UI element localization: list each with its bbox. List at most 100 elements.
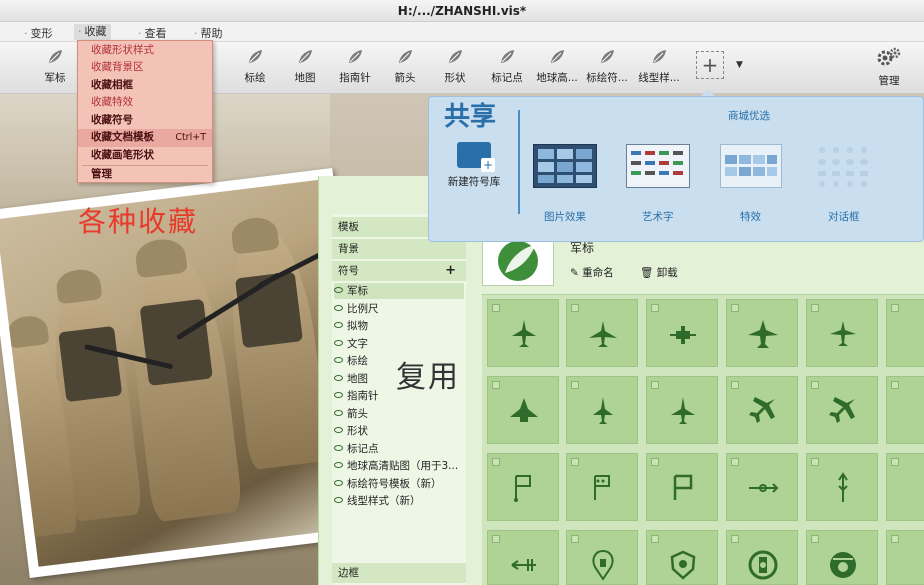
- share-thumb-dialogs[interactable]: [814, 144, 872, 188]
- toolbar-tool-5[interactable]: 形状: [428, 46, 482, 90]
- toolbar-tool-6[interactable]: 标记点: [480, 46, 534, 90]
- cell-checkbox[interactable]: [651, 304, 659, 312]
- symbol-cell[interactable]: [726, 376, 798, 444]
- cell-checkbox[interactable]: [811, 535, 819, 543]
- menu-item-manage[interactable]: 管理: [78, 166, 212, 184]
- menu-item-collect-effect[interactable]: 收藏特效: [78, 94, 212, 112]
- add-symbol-lib-button[interactable]: +: [445, 261, 456, 281]
- cell-checkbox[interactable]: [891, 535, 899, 543]
- symbol-cell[interactable]: [646, 376, 718, 444]
- eye-icon[interactable]: [334, 497, 343, 503]
- eye-icon[interactable]: [334, 444, 343, 451]
- caret-down-icon[interactable]: ▼: [736, 60, 743, 70]
- eye-icon[interactable]: [334, 374, 343, 381]
- symbol-cell[interactable]: [487, 299, 559, 367]
- cell-checkbox[interactable]: [571, 535, 579, 543]
- section-background[interactable]: 背景: [332, 239, 466, 259]
- symbol-cell[interactable]: [726, 453, 798, 521]
- symbol-cell[interactable]: [566, 453, 638, 521]
- toolbar-tool-1[interactable]: 标绘: [228, 46, 282, 90]
- symbol-cell[interactable]: [487, 376, 559, 444]
- eye-icon[interactable]: [334, 322, 343, 328]
- symbol-cell[interactable]: [886, 530, 924, 585]
- cell-checkbox[interactable]: [891, 304, 899, 312]
- menu-item-collect-symbol[interactable]: 收藏符号: [78, 112, 212, 130]
- share-thumb-picture-effects[interactable]: [533, 144, 597, 188]
- eye-icon[interactable]: [334, 462, 343, 468]
- toolbar-tool-4[interactable]: 箭头: [378, 46, 432, 90]
- eye-icon[interactable]: [334, 479, 343, 486]
- cell-checkbox[interactable]: [571, 381, 579, 389]
- tree-item-12[interactable]: 线型样式（新）: [334, 493, 464, 509]
- menu-item-collect-doc-template[interactable]: 收藏文档模板 Ctrl+T: [78, 129, 212, 147]
- share-thumb-effects[interactable]: [720, 144, 782, 188]
- eye-icon[interactable]: [334, 357, 343, 363]
- symbol-cell[interactable]: [806, 453, 878, 521]
- cell-checkbox[interactable]: [731, 381, 739, 389]
- menu-view[interactable]: 查看: [138, 25, 167, 41]
- symbol-cell[interactable]: [886, 453, 924, 521]
- symbol-cell[interactable]: [566, 299, 638, 367]
- symbol-cell[interactable]: [566, 376, 638, 444]
- cell-checkbox[interactable]: [651, 458, 659, 466]
- menu-item-collect-shape-style[interactable]: 收藏形状样式: [78, 42, 212, 60]
- tree-item-10[interactable]: 地球高清贴图（用于3...: [334, 458, 464, 474]
- eye-icon[interactable]: [334, 304, 343, 311]
- toolbar-tool-7[interactable]: 地球高...: [530, 46, 584, 90]
- tree-item-9[interactable]: 标记点: [334, 441, 464, 457]
- cell-checkbox[interactable]: [492, 535, 500, 543]
- cell-checkbox[interactable]: [731, 458, 739, 466]
- section-border[interactable]: 边框: [332, 563, 466, 583]
- toolbar-tool-0[interactable]: 军标: [28, 46, 82, 90]
- rename-button[interactable]: ✎ 重命名: [570, 265, 614, 280]
- add-library-button[interactable]: +: [696, 51, 724, 79]
- menu-collect[interactable]: 收藏: [74, 24, 111, 40]
- eye-icon[interactable]: [334, 339, 343, 346]
- cell-checkbox[interactable]: [811, 304, 819, 312]
- cell-checkbox[interactable]: [891, 458, 899, 466]
- symbol-cell[interactable]: [487, 453, 559, 521]
- menu-item-collect-frame[interactable]: 收藏相框: [78, 77, 212, 95]
- toolbar-tool-2[interactable]: 地图: [278, 46, 332, 90]
- cell-checkbox[interactable]: [651, 381, 659, 389]
- cell-checkbox[interactable]: [492, 381, 500, 389]
- new-symbol-lib-button[interactable]: + 新建符号库: [444, 142, 504, 189]
- toolbar-tool-8[interactable]: 标绘符...: [580, 46, 634, 90]
- tree-item-0[interactable]: 军标: [334, 283, 464, 299]
- tree-item-11[interactable]: 标绘符号模板（新）: [334, 476, 464, 492]
- eye-icon[interactable]: [334, 427, 343, 433]
- tree-item-1[interactable]: 比例尺: [334, 301, 464, 317]
- cell-checkbox[interactable]: [492, 304, 500, 312]
- cell-checkbox[interactable]: [731, 535, 739, 543]
- section-symbol[interactable]: 符号 +: [332, 261, 466, 281]
- symbol-cell[interactable]: [806, 376, 878, 444]
- symbol-cell[interactable]: [726, 530, 798, 585]
- share-thumb-wordart[interactable]: [626, 144, 690, 188]
- menu-item-collect-background[interactable]: 收藏背景区: [78, 59, 212, 77]
- symbol-cell[interactable]: [646, 453, 718, 521]
- cell-checkbox[interactable]: [651, 535, 659, 543]
- cell-checkbox[interactable]: [571, 458, 579, 466]
- eye-icon[interactable]: [334, 409, 343, 416]
- symbol-cell[interactable]: [566, 530, 638, 585]
- symbol-cell[interactable]: [646, 530, 718, 585]
- symbol-cell[interactable]: [806, 530, 878, 585]
- manage-button[interactable]: 管理: [866, 46, 912, 88]
- cell-checkbox[interactable]: [731, 304, 739, 312]
- cell-checkbox[interactable]: [492, 458, 500, 466]
- unload-button[interactable]: 🗑 卸载: [640, 265, 678, 280]
- tree-item-8[interactable]: 形状: [334, 423, 464, 439]
- cell-checkbox[interactable]: [811, 458, 819, 466]
- symbol-cell[interactable]: [487, 530, 559, 585]
- tree-item-7[interactable]: 箭头: [334, 406, 464, 422]
- cell-checkbox[interactable]: [811, 381, 819, 389]
- menu-help[interactable]: 帮助: [194, 25, 223, 41]
- tree-item-3[interactable]: 文字: [334, 336, 464, 352]
- tree-item-2[interactable]: 拟物: [334, 318, 464, 334]
- cell-checkbox[interactable]: [891, 381, 899, 389]
- symbol-cell[interactable]: [886, 376, 924, 444]
- menu-item-collect-brush[interactable]: 收藏画笔形状: [78, 147, 212, 165]
- toolbar-tool-3[interactable]: 指南针: [328, 46, 382, 90]
- symbol-cell[interactable]: [806, 299, 878, 367]
- symbol-cell[interactable]: [646, 299, 718, 367]
